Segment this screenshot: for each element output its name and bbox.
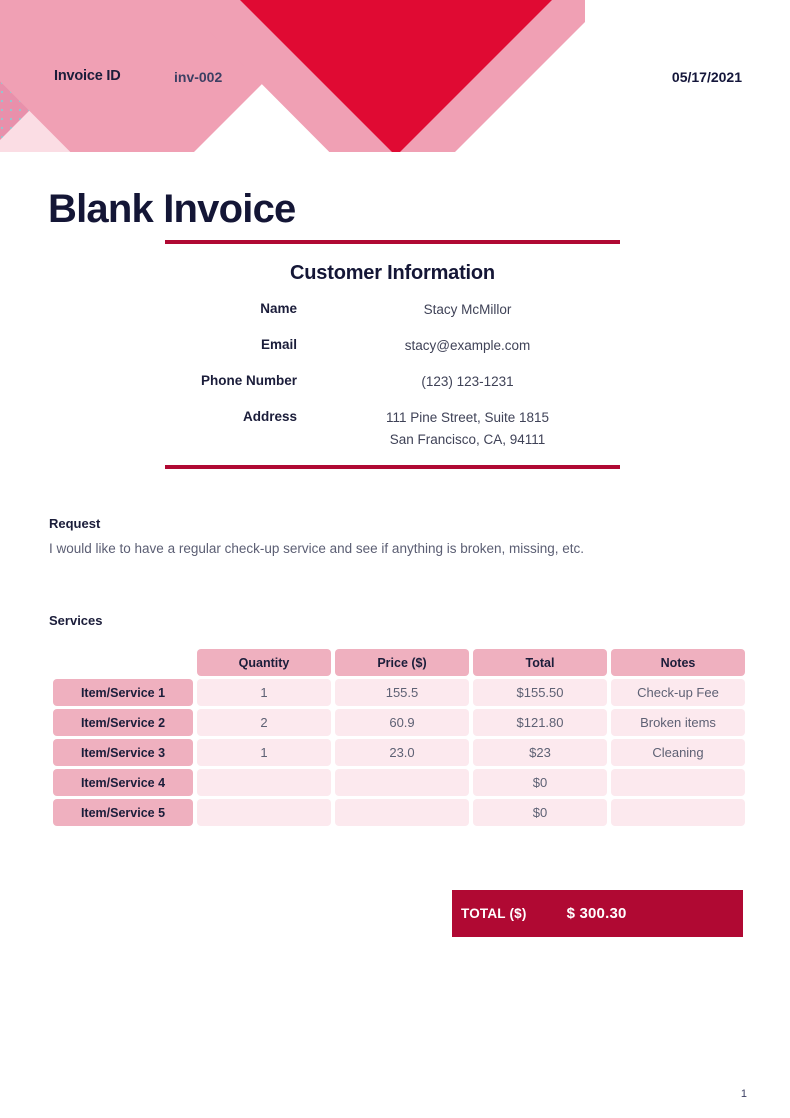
customer-row-phone: Phone Number (123) 123-1231 [165,371,620,393]
table-row: Item/Service 2 2 60.9 $121.80 Broken ite… [53,709,745,736]
divider-bottom [165,465,620,469]
services-header-notes: Notes [611,649,745,676]
services-section: Services Quantity Price ($) Total Notes … [49,613,749,829]
table-row: Item/Service 1 1 155.5 $155.50 Check-up … [53,679,745,706]
row-notes-cell[interactable]: Broken items [611,709,745,736]
table-row: Item/Service 3 1 23.0 $23 Cleaning [53,739,745,766]
invoice-id-value: inv-002 [174,69,223,85]
row-label-cell: Item/Service 1 [53,679,193,706]
row-label-cell: Item/Service 4 [53,769,193,796]
row-label-cell: Item/Service 3 [53,739,193,766]
request-section: Request I would like to have a regular c… [49,516,749,558]
row-quantity-cell[interactable]: 1 [197,679,331,706]
customer-information-section: Customer Information Name Stacy McMillor… [165,240,620,469]
customer-value-address: 111 Pine Street, Suite 1815 San Francisc… [315,407,620,451]
table-row: Item/Service 4 $0 [53,769,745,796]
row-notes-cell[interactable] [611,769,745,796]
total-label: TOTAL ($) [461,906,527,921]
customer-row-address: Address 111 Pine Street, Suite 1815 San … [165,407,620,451]
row-notes-cell[interactable]: Cleaning [611,739,745,766]
request-text: I would like to have a regular check-up … [49,541,585,556]
row-price-cell[interactable]: 23.0 [335,739,469,766]
address-line-1: 111 Pine Street, Suite 1815 [385,410,550,425]
row-quantity-cell[interactable]: 2 [197,709,331,736]
invoice-id-label: Invoice ID [54,68,121,84]
total-value: $ 300.30 [566,905,627,922]
row-quantity-cell[interactable] [197,769,331,796]
row-total-cell: $155.50 [473,679,607,706]
services-table-header-row: Quantity Price ($) Total Notes [53,649,745,676]
row-price-cell[interactable]: 155.5 [335,679,469,706]
row-price-cell[interactable] [335,799,469,826]
header-bar: Invoice ID inv-002 05/17/2021 [0,0,790,152]
customer-row-name: Name Stacy McMillor [165,299,620,321]
row-notes-cell[interactable]: Check-up Fee [611,679,745,706]
total-bar: TOTAL ($) $ 300.30 [452,890,743,937]
customer-label-name: Name [260,301,297,316]
row-total-cell: $0 [473,769,607,796]
row-total-cell: $121.80 [473,709,607,736]
invoice-date: 05/17/2021 [671,69,742,85]
customer-label-phone: Phone Number [200,373,297,388]
services-label: Services [49,613,103,628]
row-price-cell[interactable] [335,769,469,796]
services-header-total: Total [473,649,607,676]
services-header-quantity: Quantity [197,649,331,676]
table-row: Item/Service 5 $0 [53,799,745,826]
page-title: Blank Invoice [48,186,296,231]
customer-row-email: Email stacy@example.com [165,335,620,357]
row-price-cell[interactable]: 60.9 [335,709,469,736]
page-number: 1 [740,1088,747,1100]
customer-value-email: stacy@example.com [404,338,531,353]
customer-value-phone: (123) 123-1231 [421,374,514,389]
row-total-cell: $0 [473,799,607,826]
invoice-page: Invoice ID inv-002 05/17/2021 Blank Invo… [0,0,790,1118]
services-header-corner [53,649,193,676]
request-label: Request [49,516,101,531]
services-table: Quantity Price ($) Total Notes Item/Serv… [49,646,749,829]
row-quantity-cell[interactable] [197,799,331,826]
address-line-2: San Francisco, CA, 94111 [389,432,546,447]
customer-information-heading: Customer Information [290,262,495,284]
row-total-cell: $23 [473,739,607,766]
customer-value-name: Stacy McMillor [423,302,512,317]
row-quantity-cell[interactable]: 1 [197,739,331,766]
customer-label-email: Email [260,337,297,352]
row-notes-cell[interactable] [611,799,745,826]
row-label-cell: Item/Service 5 [53,799,193,826]
services-header-price: Price ($) [335,649,469,676]
customer-label-address: Address [242,409,297,424]
divider-top [165,240,620,244]
row-label-cell: Item/Service 2 [53,709,193,736]
